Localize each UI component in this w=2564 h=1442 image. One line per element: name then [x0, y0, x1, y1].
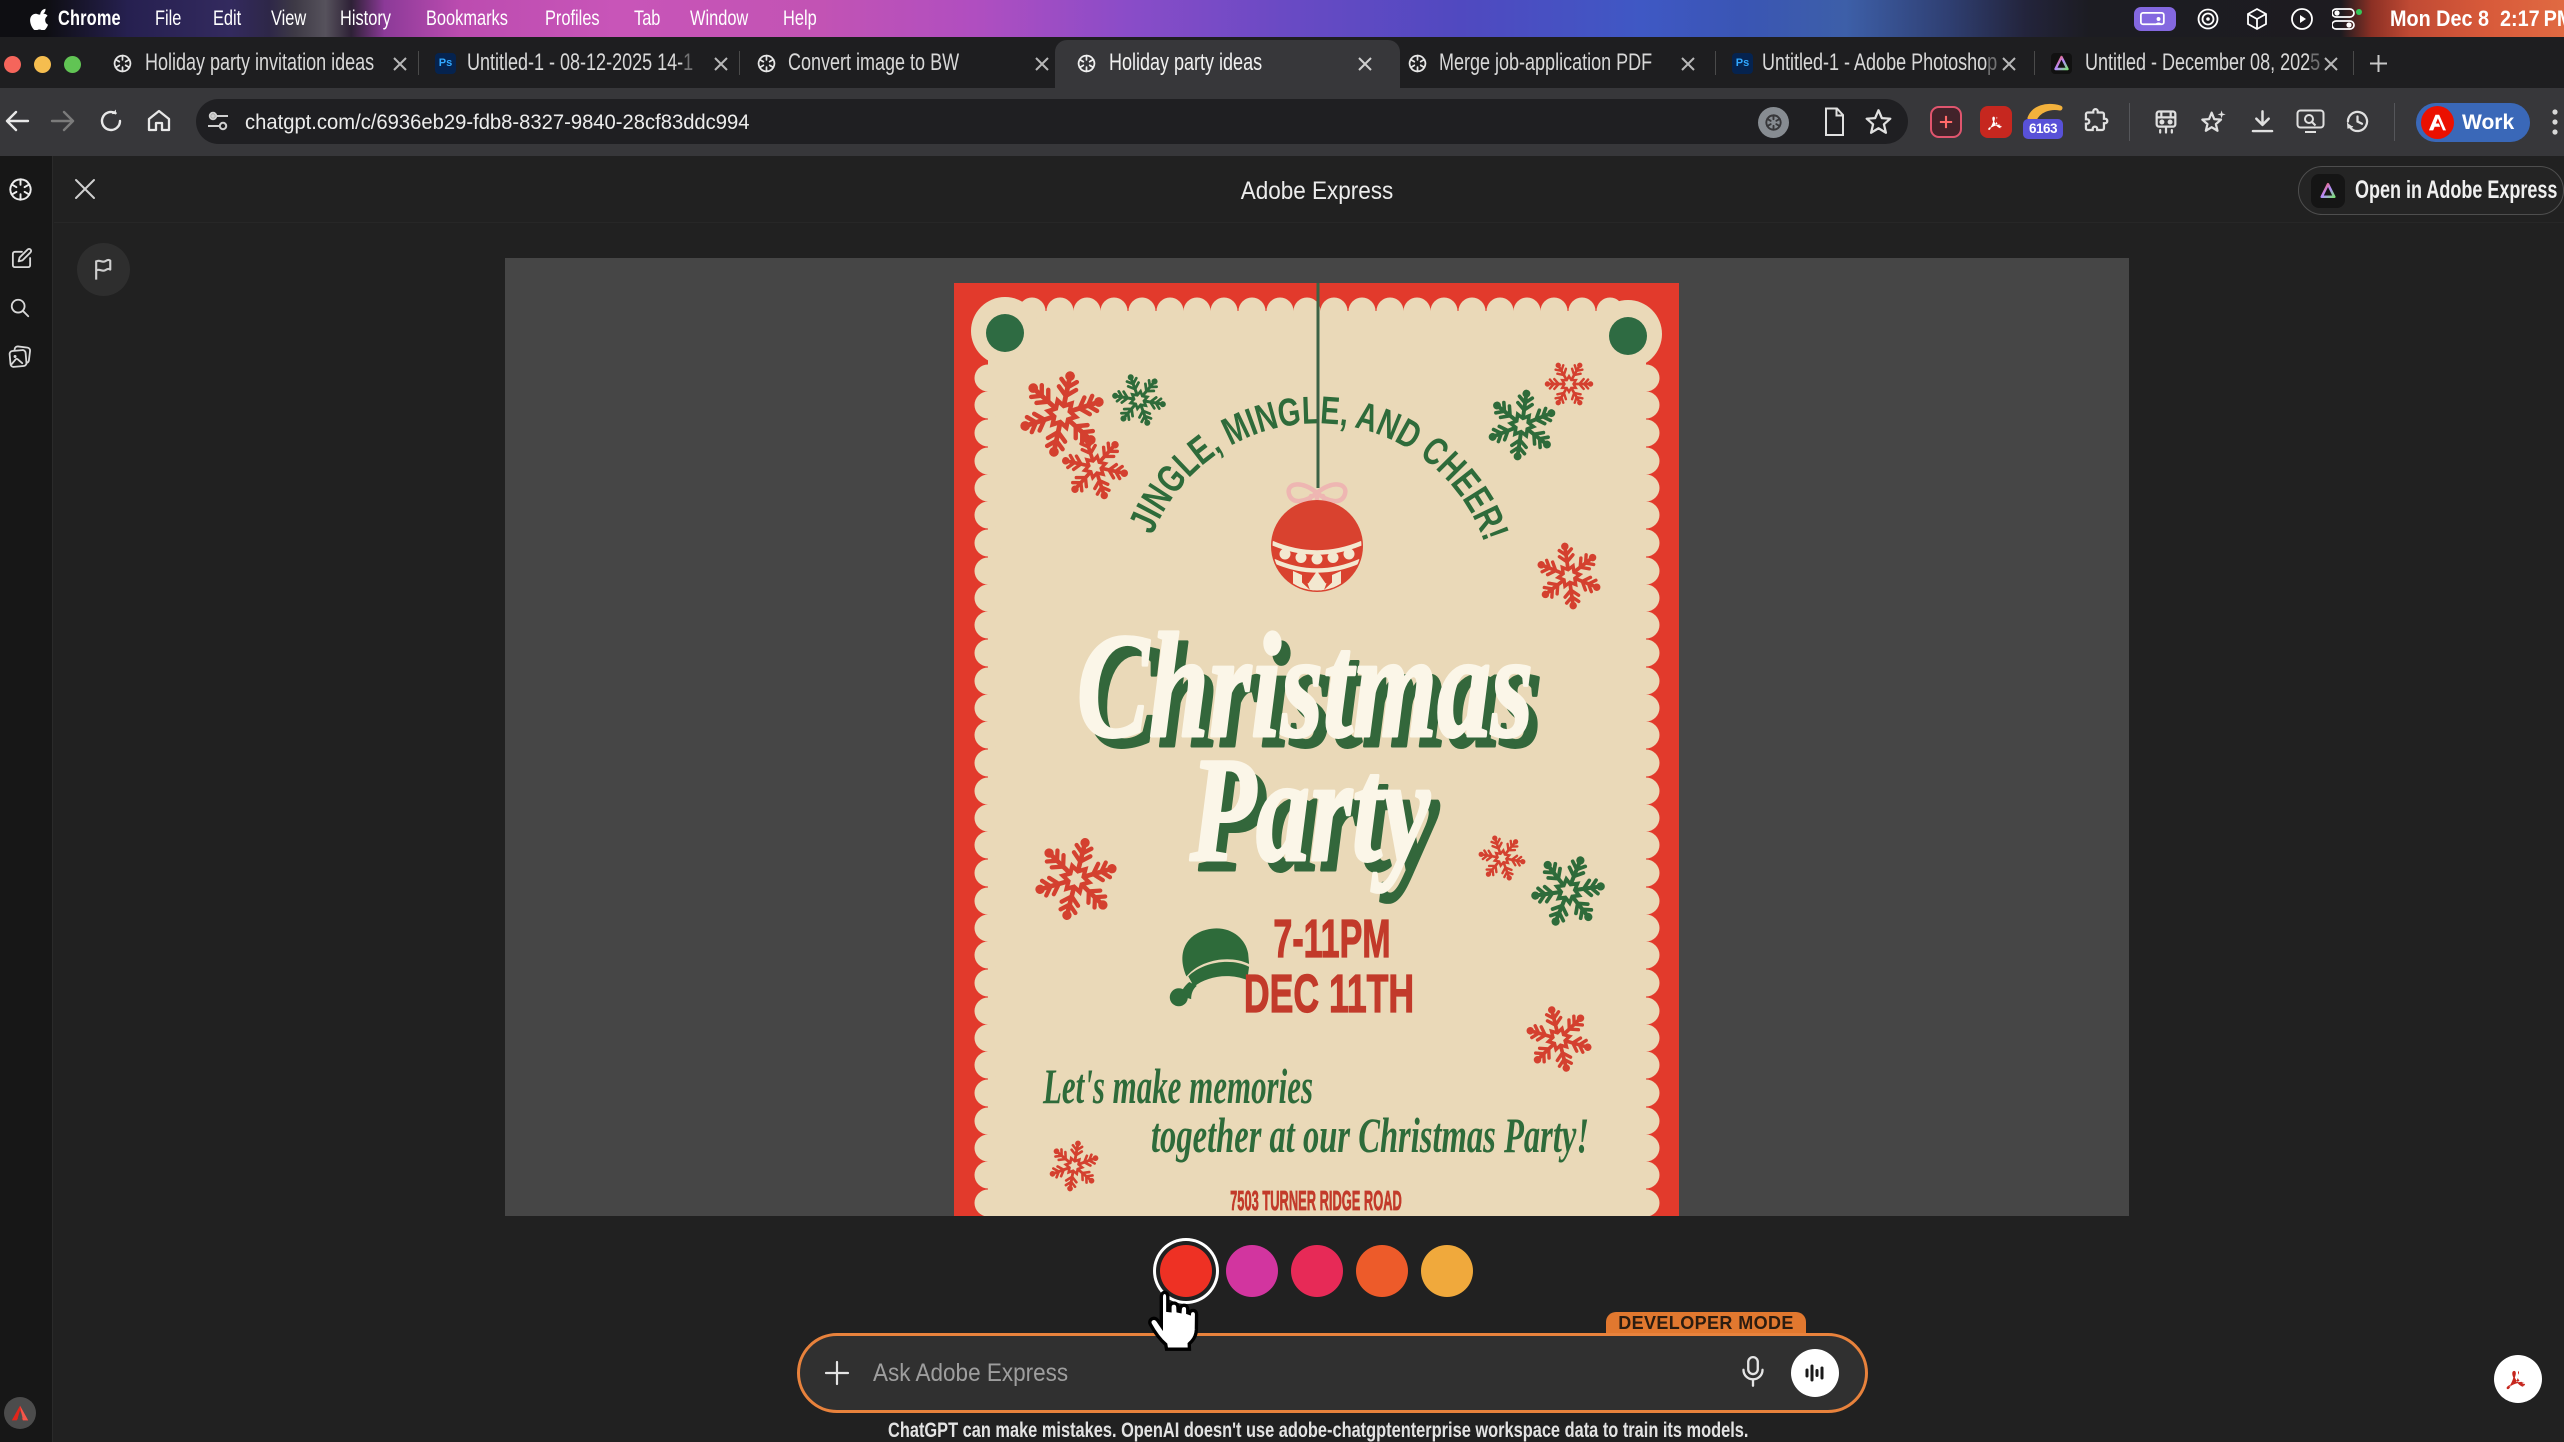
svg-text:Let's make memories: Let's make memories	[1042, 1058, 1313, 1114]
svg-text:DEC 11TH: DEC 11TH	[1244, 964, 1414, 1024]
svg-text:7-11PM: 7-11PM	[1273, 908, 1390, 969]
svg-text:together at our Christmas Part: together at our Christmas Party!	[1151, 1107, 1589, 1163]
svg-text:Party: Party	[1189, 728, 1431, 893]
svg-text:7503 TURNER RIDGE ROAD: 7503 TURNER RIDGE ROAD	[1230, 1184, 1402, 1216]
